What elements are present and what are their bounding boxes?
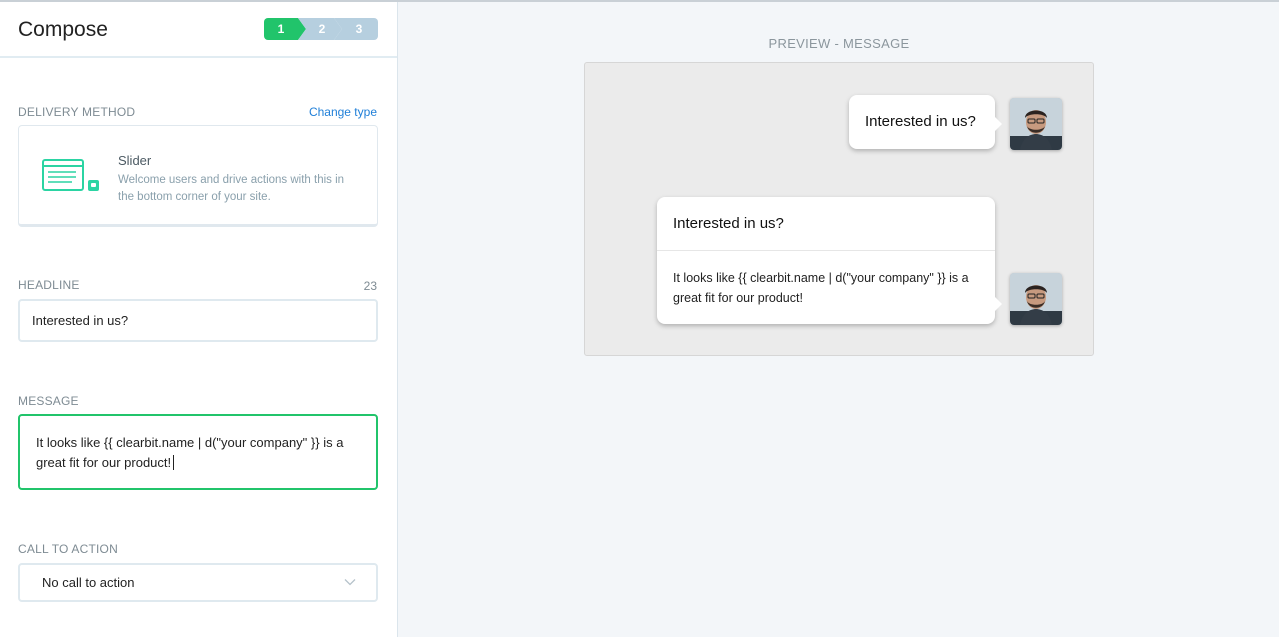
message-textarea[interactable]: It looks like {{ clearbit.name | d("your… bbox=[18, 414, 378, 490]
change-type-link[interactable]: Change type bbox=[309, 105, 377, 119]
preview-label: PREVIEW - MESSAGE bbox=[768, 36, 910, 51]
collapsed-headline: Interested in us? bbox=[865, 113, 976, 130]
cta-selected-value: No call to action bbox=[42, 575, 135, 590]
expanded-message-bubble[interactable]: Interested in us? It looks like {{ clear… bbox=[657, 197, 1002, 324]
bubble-divider bbox=[657, 250, 995, 251]
expanded-message-body: It looks like {{ clearbit.name | d("your… bbox=[673, 271, 969, 305]
delivery-type-title: Slider bbox=[118, 153, 152, 168]
cta-select[interactable]: No call to action bbox=[18, 563, 378, 602]
message-label: MESSAGE bbox=[18, 394, 79, 408]
avatar bbox=[1010, 98, 1062, 150]
delivery-method-label: DELIVERY METHOD bbox=[18, 105, 136, 119]
message-text: It looks like {{ clearbit.name | d("your… bbox=[36, 435, 344, 470]
delivery-type-description: Welcome users and drive actions with thi… bbox=[118, 174, 345, 203]
cta-label: CALL TO ACTION bbox=[18, 542, 118, 556]
avatar bbox=[1010, 273, 1062, 325]
collapsed-message-bubble[interactable]: Interested in us? bbox=[849, 95, 1002, 149]
delivery-type-card[interactable]: Slider Welcome users and drive actions w… bbox=[18, 125, 378, 227]
chevron-down-icon bbox=[344, 579, 356, 586]
slider-icon bbox=[42, 159, 99, 191]
headline-char-count: 23 bbox=[363, 279, 377, 293]
compose-header: Compose 1 2 3 bbox=[0, 2, 397, 58]
compose-panel: Compose 1 2 3 DELIVERY METHOD Change typ… bbox=[0, 2, 398, 637]
page-title: Compose bbox=[18, 18, 108, 41]
expanded-headline: Interested in us? bbox=[673, 215, 784, 232]
text-cursor bbox=[173, 455, 175, 470]
headline-input[interactable]: Interested in us? bbox=[18, 299, 378, 342]
step-indicator: 1 2 3 bbox=[264, 18, 378, 40]
step-1[interactable]: 1 bbox=[264, 18, 306, 40]
headline-label: HEADLINE bbox=[18, 278, 80, 292]
